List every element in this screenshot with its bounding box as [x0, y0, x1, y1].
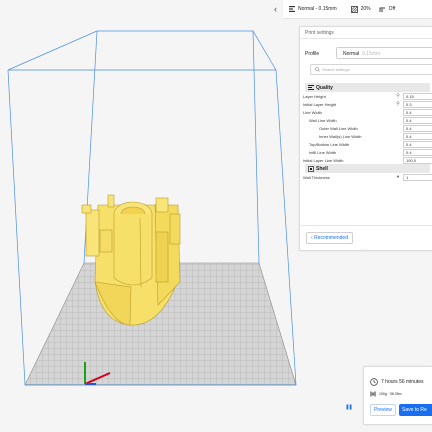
recommended-label: Recommended: [314, 235, 348, 241]
link-icon[interactable]: ⚲: [395, 101, 401, 107]
link-icon[interactable]: ⚲: [395, 93, 401, 99]
category-label: Quality: [316, 84, 333, 91]
profile-dropdown-value: Normal: [343, 51, 360, 57]
support-icon: [379, 7, 385, 12]
setting-label: Wall Thickness: [303, 175, 330, 180]
print-time: 7 hours 56 minutes: [370, 378, 424, 386]
setting-value-input[interactable]: 0.4: [403, 125, 432, 132]
category-quality[interactable]: Quality: [305, 83, 430, 92]
quality-icon: [308, 85, 314, 90]
setting-value-input[interactable]: 0.4: [403, 141, 432, 148]
setting-row[interactable]: Inner Wall(s) Line Width 0.4: [299, 132, 432, 140]
shell-settings: Wall Thickness ● 1: [299, 173, 432, 181]
clock-icon: [370, 378, 378, 386]
search-icon: [315, 67, 320, 72]
setting-row[interactable]: Wall Thickness ● 1: [299, 173, 432, 181]
setting-row[interactable]: Infill Line Width 0.4: [299, 148, 432, 156]
support-label: Off: [388, 6, 396, 12]
chevron-left-icon[interactable]: ‹: [271, 5, 280, 14]
profile-dropdown-sub: 0.15mm: [362, 51, 381, 57]
setting-label: Top/Bottom Line Width: [309, 142, 350, 147]
support-indicator[interactable]: Off: [379, 6, 396, 13]
setting-value-input[interactable]: 0.4: [403, 109, 432, 116]
profile-row: Profile Normal 0.15mm: [300, 47, 432, 61]
setting-value-input[interactable]: 0.15: [403, 93, 432, 100]
setting-label: Line Width: [303, 110, 322, 115]
category-label: Shell: [316, 165, 328, 172]
setting-label: Wall Line Width: [309, 118, 337, 123]
search-placeholder: Search settings: [322, 67, 350, 72]
setting-label: Inner Wall(s) Line Width: [319, 134, 362, 139]
category-shell[interactable]: Shell: [305, 164, 430, 173]
profile-dropdown[interactable]: Normal 0.15mm: [336, 47, 432, 59]
panel-title: Print settings: [300, 27, 432, 39]
setting-value-input[interactable]: 0.4: [403, 117, 432, 124]
infill-indicator[interactable]: 20%: [350, 5, 371, 13]
print-setup-bar[interactable]: ‹ Normal - 0.15mm 20% Off: [274, 0, 432, 19]
profile-field-label: Profile: [305, 51, 320, 57]
setting-value-input[interactable]: 0.3: [403, 101, 432, 108]
setting-row[interactable]: Initial Layer Line Width 100.0: [299, 156, 432, 164]
layer-profile-icon: [289, 6, 295, 12]
infill-label: 20%: [360, 6, 371, 12]
setting-row[interactable]: Top/Bottom Line Width 0.4: [299, 140, 432, 148]
setting-value-input[interactable]: 100.0: [403, 157, 432, 164]
setting-row[interactable]: Outer Wall Line Width 0.4: [299, 124, 432, 132]
save-button[interactable]: Save to Re: [399, 404, 432, 416]
shell-icon: [308, 165, 314, 172]
setting-label: Initial Layer Line Width: [303, 158, 344, 163]
info-icon[interactable]: ●: [395, 174, 401, 180]
panel-footer: ‹ Recommended ···: [299, 225, 432, 252]
profile-label: Normal - 0.15mm: [298, 6, 337, 12]
profile-selector[interactable]: Normal - 0.15mm: [289, 6, 337, 12]
search-input[interactable]: Search settings: [310, 64, 432, 75]
setting-label: Outer Wall Line Width: [319, 126, 358, 131]
settings-list[interactable]: Quality Layer Height ⚲ 0.15 Initial Layer H…: [299, 83, 432, 195]
print-time-label: 7 hours 56 minutes: [381, 379, 424, 385]
cura-window: ‹ Normal - 0.15mm 20% Off Print settings…: [0, 0, 432, 432]
setting-label: Infill Line Width: [309, 150, 337, 155]
resize-handle[interactable]: ···: [361, 247, 368, 252]
setting-row[interactable]: Line Width 0.4: [299, 108, 432, 116]
setting-row[interactable]: Layer Height ⚲ 0.15: [299, 92, 432, 100]
setting-row[interactable]: Initial Layer Height ⚲ 0.3: [299, 100, 432, 108]
quality-settings: Layer Height ⚲ 0.15 Initial Layer Height ⚲ 0.…: [299, 92, 432, 164]
setting-value-input[interactable]: 0.4: [403, 133, 432, 140]
spool-icon: [370, 391, 376, 397]
setting-value-input[interactable]: 1: [403, 174, 432, 181]
infill-icon: [350, 5, 358, 13]
pause-icon[interactable]: [346, 404, 352, 410]
material-label: 100g · 36.39m: [379, 392, 402, 396]
recommended-button[interactable]: ‹ Recommended: [306, 232, 353, 244]
print-estimate-panel: 7 hours 56 minutes 100g · 36.39m Preview…: [363, 366, 432, 425]
setting-row[interactable]: Wall Line Width 0.4: [299, 116, 432, 124]
preview-button[interactable]: Preview: [370, 404, 396, 416]
material-usage: 100g · 36.39m: [370, 391, 402, 397]
setting-value-input[interactable]: 0.4: [403, 149, 432, 156]
setting-label: Layer Height: [303, 94, 326, 99]
setting-label: Initial Layer Height: [303, 102, 337, 107]
